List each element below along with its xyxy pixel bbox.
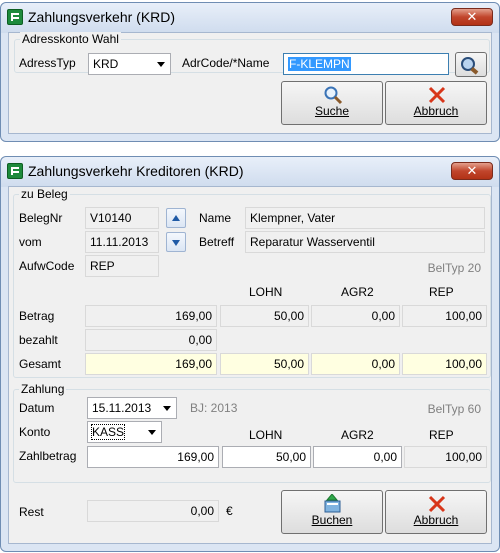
suche-button[interactable]: Suche <box>281 81 383 125</box>
bezahlt-field: 0,00 <box>85 329 217 351</box>
search-window: Zahlungsverkehr (KRD) ✕ Adresskonto Wahl… <box>0 2 500 142</box>
betrag-label: Betrag <box>19 309 55 323</box>
titlebar: Zahlungsverkehr (KRD) ✕ <box>1 3 499 33</box>
zahlung-beltyp-label: BelTyp 60 <box>427 402 481 416</box>
address-lookup-button[interactable] <box>455 52 487 77</box>
abbruch-label: Abbruch <box>413 104 459 118</box>
betrag-total: 169,00 <box>85 305 217 327</box>
betrag-lohn: 50,00 <box>220 305 309 327</box>
zahlbetrag-total-input[interactable]: 169,00 <box>87 446 219 468</box>
rest-field: 0,00 <box>87 500 219 522</box>
zahlung-group-label: Zahlung <box>19 382 67 396</box>
name-field: Klempner, Vater <box>245 207 485 229</box>
konto-select[interactable]: KASS <box>87 421 162 443</box>
zahlung-col-lohn: LOHN <box>249 428 283 442</box>
beleg-group-label: zu Beleg <box>19 187 70 201</box>
payment-window: Zahlungsverkehr Kreditoren (KRD) ✕ zu Be… <box>0 156 500 552</box>
col-header-rep: REP <box>429 285 454 299</box>
gesamt-rep: 100,00 <box>402 353 487 375</box>
konto-label: Konto <box>19 425 51 439</box>
zahlbetrag-agr2-input[interactable]: 0,00 <box>313 446 402 468</box>
belegnr-field: V10140 <box>85 207 159 229</box>
zahlbetrag-lohn-input[interactable]: 50,00 <box>222 446 311 468</box>
betreff-label: Betreff <box>199 235 235 249</box>
book-icon <box>324 494 341 513</box>
zahlung-col-agr2: AGR2 <box>341 428 374 442</box>
search-icon <box>324 86 343 105</box>
vom-label: vom <box>19 235 42 249</box>
datum-label: Datum <box>19 401 55 415</box>
currency-label: € <box>226 504 233 518</box>
gesamt-agr2: 0,00 <box>311 353 400 375</box>
buchen-button[interactable]: Buchen <box>281 490 383 534</box>
close-button[interactable]: ✕ <box>451 162 493 180</box>
adrcode-value: F-KLEMPN <box>288 57 351 71</box>
cancel-x-icon <box>428 495 446 513</box>
adrcode-input[interactable]: F-KLEMPN <box>283 53 449 75</box>
window-title: Zahlungsverkehr (KRD) <box>28 9 176 25</box>
aufwcode-field: REP <box>85 255 159 277</box>
buchen-label: Buchen <box>311 513 353 527</box>
chevron-down-icon <box>152 54 170 74</box>
arrow-down-icon[interactable] <box>166 232 186 252</box>
zahlung-col-rep: REP <box>429 428 454 442</box>
group-label: Adresskonto Wahl <box>20 32 121 46</box>
client-area: zu Beleg BelegNr V10140 vom 11.11.2013 A… <box>8 186 492 544</box>
betrag-agr2: 0,00 <box>311 305 400 327</box>
app-icon <box>7 9 23 25</box>
abbruch-button[interactable]: Abbruch <box>385 81 487 125</box>
zahlbetrag-label: Zahlbetrag <box>19 449 77 463</box>
adresstyp-value: KRD <box>93 57 119 71</box>
betrag-rep: 100,00 <box>402 305 487 327</box>
belegnr-label: BelegNr <box>19 211 63 225</box>
abbruch-label: Abbruch <box>413 513 459 527</box>
adresstyp-label: AdressTyp <box>19 56 76 70</box>
datum-value: 15.11.2013 <box>92 401 152 415</box>
abbruch-button[interactable]: Abbruch <box>385 490 487 534</box>
bezahlt-label: bezahlt <box>19 333 58 347</box>
client-area: Adresskonto Wahl AdressTyp KRD AdrCode/*… <box>8 32 492 134</box>
titlebar: Zahlungsverkehr Kreditoren (KRD) ✕ <box>1 157 499 187</box>
app-icon <box>7 163 23 179</box>
suche-label: Suche <box>314 104 350 118</box>
vom-field: 11.11.2013 <box>85 231 159 253</box>
chevron-down-icon <box>158 398 176 418</box>
name-label: Name <box>199 211 232 225</box>
zahlbetrag-rep-field: 100,00 <box>404 446 487 468</box>
chevron-down-icon <box>143 422 161 442</box>
window-title: Zahlungsverkehr Kreditoren (KRD) <box>28 163 244 179</box>
close-button[interactable]: ✕ <box>451 8 493 26</box>
adresstyp-select[interactable]: KRD <box>88 53 171 75</box>
arrow-up-icon[interactable] <box>166 208 186 228</box>
aufwcode-label: AufwCode <box>19 259 75 273</box>
col-header-agr2: AGR2 <box>341 285 374 299</box>
beltyp-label: BelTyp 20 <box>427 261 481 275</box>
bj-label: BJ: 2013 <box>190 401 238 415</box>
gesamt-label: Gesamt <box>19 357 62 371</box>
betreff-field: Reparatur Wasserventil <box>245 231 485 253</box>
konto-value: KASS <box>90 424 126 440</box>
rest-label: Rest <box>19 505 44 519</box>
cancel-x-icon <box>428 86 446 104</box>
address-lookup-icon <box>461 57 479 75</box>
gesamt-total: 169,00 <box>85 353 217 375</box>
datum-select[interactable]: 15.11.2013 <box>87 397 177 419</box>
col-header-lohn: LOHN <box>249 285 283 299</box>
gesamt-lohn: 50,00 <box>220 353 309 375</box>
adrcode-label: AdrCode/*Name <box>182 56 270 70</box>
